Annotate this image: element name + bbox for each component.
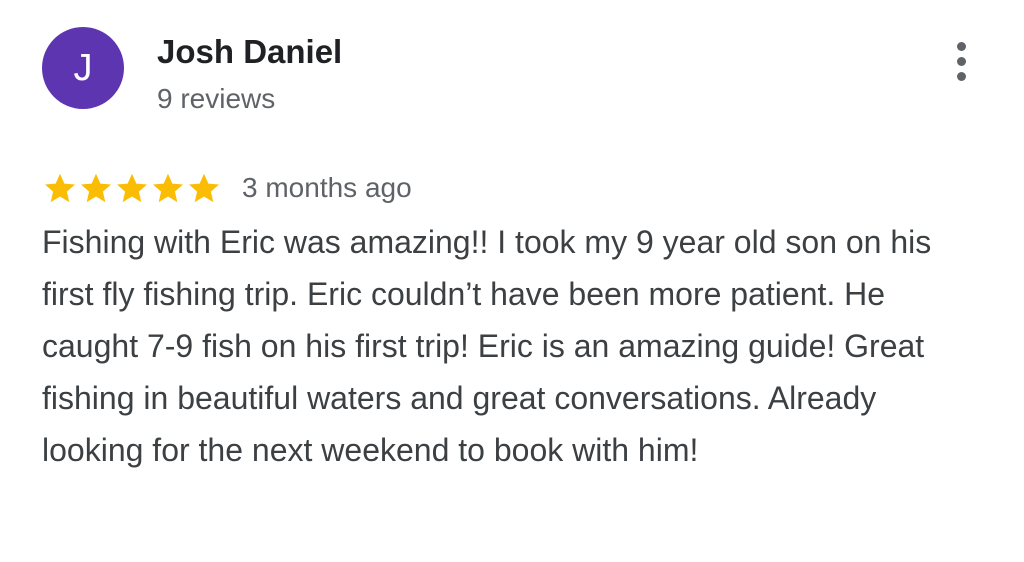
star-icon [153, 173, 183, 203]
star-icon [189, 173, 219, 203]
avatar[interactable]: J [42, 27, 124, 109]
review-count: 9 reviews [157, 83, 276, 114]
more-options-button[interactable] [941, 36, 981, 86]
review-card: J Josh Daniel 9 reviews 3 months ago Fis… [0, 0, 1024, 562]
review-text: Fishing with Eric was amazing!! I took m… [42, 224, 932, 468]
more-vert-icon-dot-1 [956, 41, 966, 51]
star-icon [81, 173, 111, 203]
star-rating [42, 170, 222, 206]
reviewer-name[interactable]: Josh Daniel [157, 32, 342, 72]
review-time: 3 months ago [242, 172, 412, 203]
more-vert-icon-dot-3 [956, 71, 966, 81]
star-icon [117, 173, 147, 203]
more-vert-icon-dot-2 [956, 56, 966, 66]
star-icon [45, 173, 75, 203]
rating-row: 3 months ago [42, 168, 412, 208]
